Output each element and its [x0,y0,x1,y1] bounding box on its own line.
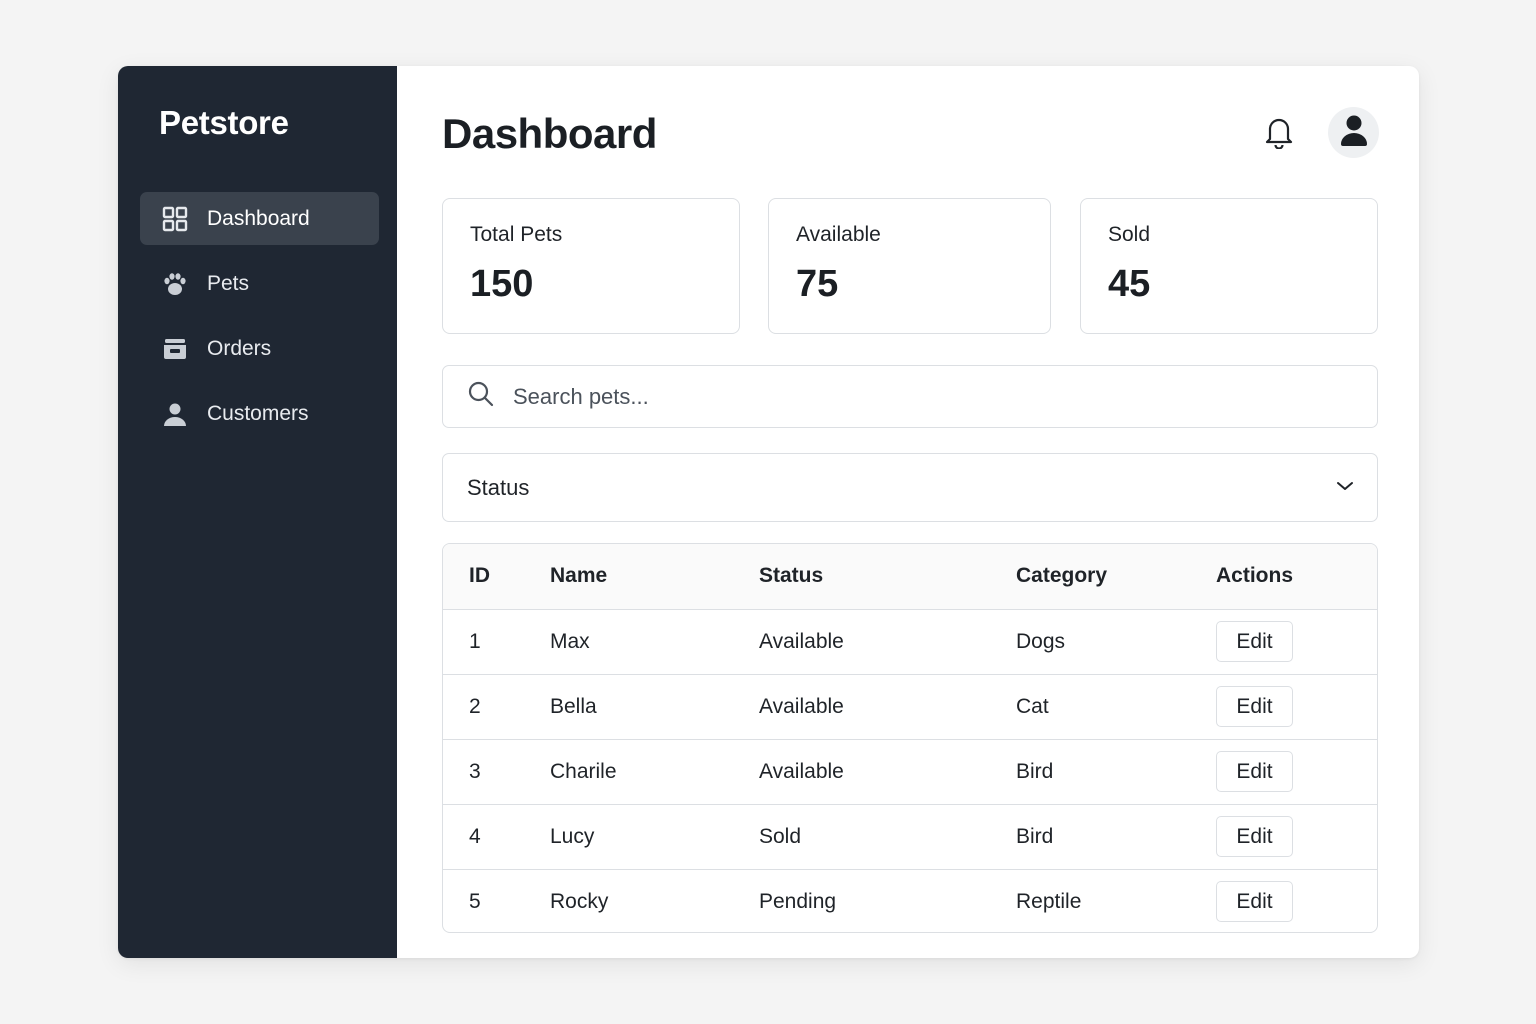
cell-id: 1 [443,609,550,675]
search-box [442,365,1378,428]
stat-value: 150 [470,263,534,305]
cell-id: 3 [443,739,550,805]
column-header-id: ID [443,544,550,610]
sidebar-item-orders[interactable]: Orders [140,322,379,375]
column-header-actions: Actions [1216,544,1377,610]
cell-actions: Edit [1216,739,1377,805]
cell-name: Charile [550,739,759,805]
edit-button[interactable]: Edit [1216,881,1293,923]
stat-label: Total Pets [470,223,563,246]
box-icon [161,335,189,363]
sidebar-item-label: Dashboard [207,206,310,230]
stat-card-sold: Sold 45 [1080,198,1378,334]
table-row: 1 Max Available Dogs Edit [443,609,1377,675]
brand-logo: Petstore [159,104,289,141]
cell-name: Rocky [550,889,609,913]
status-filter-select[interactable]: Status [442,453,1378,522]
sidebar-nav: Dashboard Pets Orders Customers [140,192,379,452]
grid-icon [161,205,189,233]
stat-label: Available [796,223,881,246]
cell-category: Bird [1016,739,1216,805]
column-header-name: Name [550,544,759,610]
search-icon [467,380,495,413]
cell-actions: Edit [1216,674,1377,740]
user-avatar-button[interactable] [1328,107,1379,158]
sidebar-item-pets[interactable]: Pets [140,257,379,310]
cell-name: Lucy [550,804,759,870]
page-title: Dashboard [442,110,657,157]
table-row: 4 Lucy Sold Bird Edit [443,804,1377,870]
paw-icon [161,270,189,298]
cell-name: Max [550,609,759,675]
edit-button[interactable]: Edit [1216,621,1293,662]
sidebar-item-label: Pets [207,271,250,295]
select-value: Status [467,474,530,500]
cell-actions: Edit [1216,869,1377,932]
cell-id: 4 [443,804,550,870]
cell-status: Available [759,609,1016,675]
cell-status: Available [759,674,1016,740]
edit-button[interactable]: Edit [1216,816,1293,857]
chevron-down-icon [1335,479,1355,497]
search-input[interactable] [511,382,1331,411]
sidebar-item-label: Orders [207,336,272,360]
cell-category: Bird [1016,804,1216,870]
app-window: Petstore Dashboard Pets Orders Customers… [118,66,1419,958]
sidebar-item-label: Customers [207,401,309,425]
cell-id: 2 [443,674,550,740]
cell-status: Sold [759,804,1016,870]
cell-actions: Edit [1216,609,1377,675]
table-row: 5 Rocky Pending Reptile Edit [443,869,1377,932]
cell-actions: Edit [1216,804,1377,870]
stat-card-total-pets: Total Pets 150 [442,198,740,334]
stat-label: Sold [1108,223,1151,246]
stat-card-available: Available 75 [768,198,1051,334]
sidebar-item-dashboard[interactable]: Dashboard [140,192,379,245]
column-header-category: Category [1016,544,1216,610]
column-header-status: Status [759,544,1016,610]
avatar-icon [1340,114,1368,151]
table-row: 3 Charile Available Bird Edit [443,739,1377,805]
cell-name: Bella [550,674,759,740]
cell-category: Dogs [1016,609,1216,675]
user-icon [161,400,189,428]
stat-value: 45 [1108,263,1151,305]
edit-button[interactable]: Edit [1216,686,1293,727]
pets-table: ID Name Status Category Actions 1 Max Av… [442,543,1378,933]
cell-status: Available [759,739,1016,805]
sidebar-item-customers[interactable]: Customers [140,387,379,440]
cell-status: Pending [759,889,837,913]
stat-value: 75 [796,263,839,305]
edit-button[interactable]: Edit [1216,751,1293,792]
bell-icon [1263,115,1295,154]
sidebar: Petstore Dashboard Pets Orders Customers [118,66,397,958]
cell-id: 5 [469,889,481,913]
table-header-row: ID Name Status Category Actions [443,544,1377,610]
table-row: 2 Bella Available Cat Edit [443,674,1377,740]
main-content: Dashboard Total Pets 150 Available 75 So… [397,66,1419,958]
cell-category: Cat [1016,674,1216,740]
notifications-button[interactable] [1259,114,1299,154]
cell-category: Reptile [1016,889,1082,913]
